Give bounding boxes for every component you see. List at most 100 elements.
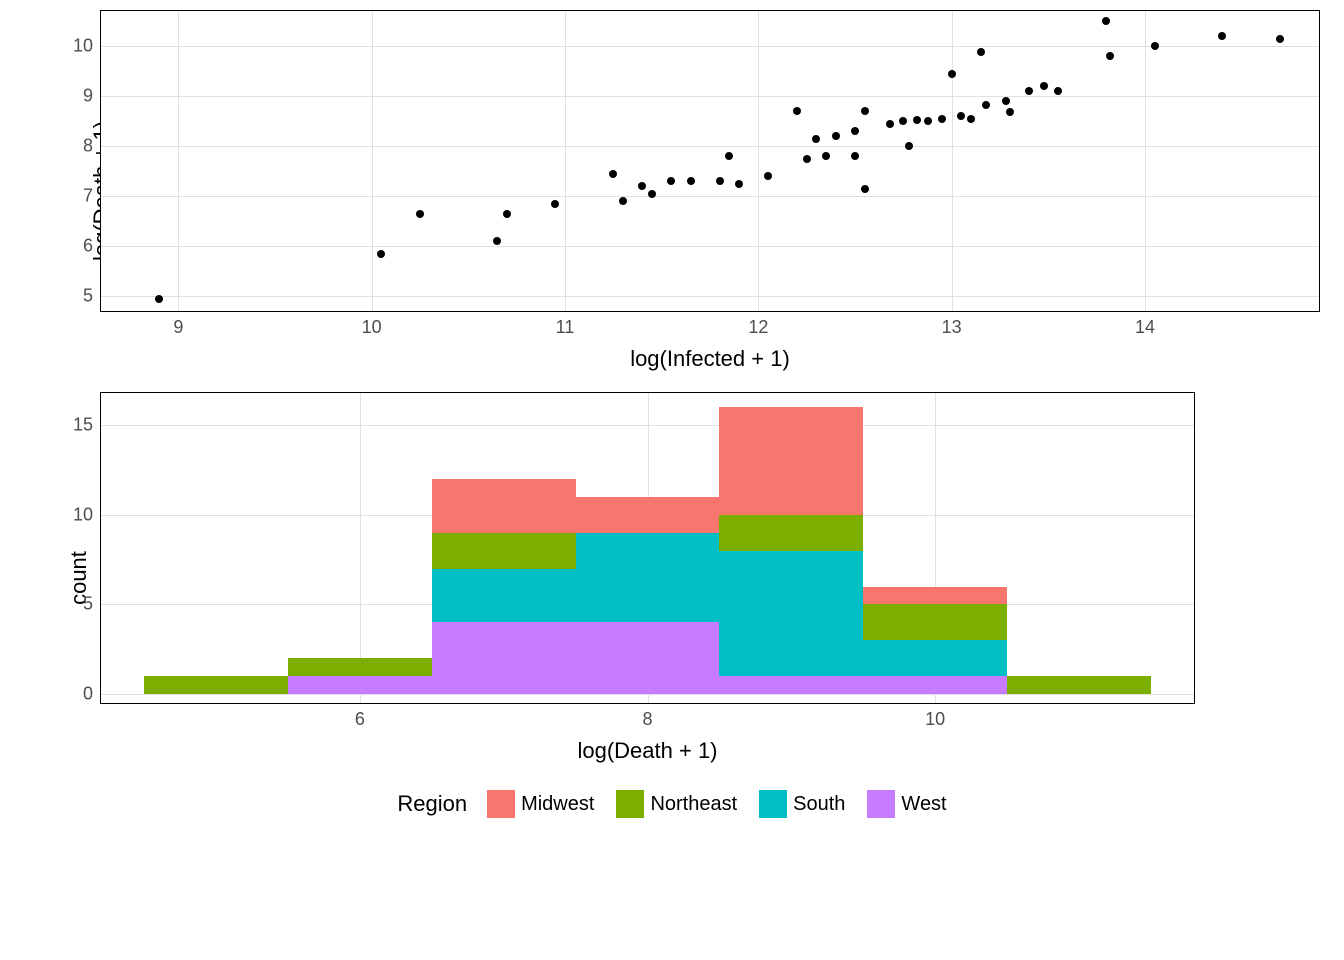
- hist-bar-northeast: [144, 676, 288, 694]
- scatter-point: [551, 200, 559, 208]
- hist-bar-west: [576, 622, 720, 694]
- hist-bar-northeast: [432, 533, 576, 569]
- scatter-point: [716, 177, 724, 185]
- legend-label: Northeast: [650, 793, 737, 816]
- scatter-ytick: 8: [83, 136, 93, 157]
- scatter-xlabel: log(Infected + 1): [100, 346, 1320, 372]
- scatter-point: [735, 180, 743, 188]
- scatter-point: [938, 115, 946, 123]
- scatter-point: [822, 152, 830, 160]
- legend-item-west: West: [867, 790, 946, 818]
- scatter-point: [493, 237, 501, 245]
- scatter-point: [905, 142, 913, 150]
- scatter-point: [982, 101, 990, 109]
- hist-bar-northeast: [863, 604, 1007, 640]
- scatter-point: [377, 250, 385, 258]
- hist-bar-midwest: [576, 497, 720, 533]
- scatter-point: [851, 127, 859, 135]
- scatter-point: [1151, 42, 1159, 50]
- legend-swatch: [487, 790, 515, 818]
- hist-bar-south: [576, 533, 720, 623]
- scatter-point: [416, 210, 424, 218]
- scatter-point: [957, 112, 965, 120]
- hist-xtick: 6: [355, 709, 365, 730]
- hist-bar-midwest: [719, 407, 863, 515]
- hist-bar-midwest: [863, 587, 1007, 605]
- scatter-point: [924, 117, 932, 125]
- legend-item-south: South: [759, 790, 845, 818]
- scatter-point: [764, 172, 772, 180]
- scatter-point: [1002, 97, 1010, 105]
- scatter-point: [1106, 52, 1114, 60]
- scatter-point: [886, 120, 894, 128]
- scatter-xtick: 13: [942, 317, 962, 338]
- scatter-xtick: 11: [556, 317, 575, 338]
- scatter-point: [812, 135, 820, 143]
- legend-swatch: [867, 790, 895, 818]
- scatter-point: [687, 177, 695, 185]
- scatter-point: [648, 190, 656, 198]
- hist-bar-west: [432, 622, 576, 694]
- legend-swatch: [759, 790, 787, 818]
- hist-bar-south: [863, 640, 1007, 676]
- scatter-point: [609, 170, 617, 178]
- hist-bar-west: [719, 676, 863, 694]
- hist-bar-midwest: [432, 479, 576, 533]
- scatter-point: [832, 132, 840, 140]
- histogram-plot-area: 6810051015: [100, 392, 1195, 704]
- scatter-point: [913, 116, 921, 124]
- histogram-panel: count 6810051015 log(Death + 1): [100, 392, 1195, 764]
- hist-bar-south: [432, 569, 576, 623]
- legend-title: Region: [397, 791, 467, 817]
- hist-bar-west: [288, 676, 432, 694]
- scatter-xtick: 14: [1135, 317, 1155, 338]
- scatter-point: [725, 152, 733, 160]
- hist-ytick: 10: [73, 504, 93, 525]
- hist-bar-south: [719, 551, 863, 676]
- hist-xlabel: log(Death + 1): [100, 738, 1195, 764]
- legend-item-northeast: Northeast: [616, 790, 737, 818]
- scatter-point: [977, 48, 985, 56]
- scatter-point: [1102, 17, 1110, 25]
- legend-label: West: [901, 793, 946, 816]
- scatter-point: [793, 107, 801, 115]
- scatter-point: [967, 115, 975, 123]
- scatter-point: [899, 117, 907, 125]
- legend-label: South: [793, 793, 845, 816]
- scatter-ytick: 5: [83, 286, 93, 307]
- legend-label: Midwest: [521, 793, 594, 816]
- hist-ytick: 0: [83, 684, 93, 705]
- scatter-point: [1006, 108, 1014, 116]
- legend-swatch: [616, 790, 644, 818]
- scatter-xtick: 10: [362, 317, 382, 338]
- legend: Region Midwest Northeast South West: [10, 790, 1334, 818]
- scatter-xtick: 9: [173, 317, 183, 338]
- scatter-point: [1218, 32, 1226, 40]
- legend-item-midwest: Midwest: [487, 790, 594, 818]
- hist-ytick: 15: [73, 415, 93, 436]
- scatter-point: [861, 185, 869, 193]
- scatter-ytick: 7: [83, 186, 93, 207]
- hist-bar-northeast: [719, 515, 863, 551]
- hist-ytick: 5: [83, 594, 93, 615]
- hist-bar-northeast: [288, 658, 432, 676]
- scatter-point: [155, 295, 163, 303]
- scatter-point: [861, 107, 869, 115]
- scatter-point: [667, 177, 675, 185]
- scatter-panel: log(Death + 1) 910111213145678910 log(In…: [100, 10, 1320, 372]
- hist-xtick: 10: [925, 709, 945, 730]
- scatter-point: [948, 70, 956, 78]
- scatter-ytick: 6: [83, 236, 93, 257]
- hist-xtick: 8: [642, 709, 652, 730]
- chart-container: log(Death + 1) 9 10 11 12 13 14 5 6 7 8 9 10 log(In…: [10, 10, 1334, 818]
- scatter-point: [638, 182, 646, 190]
- scatter-ytick: 9: [83, 86, 93, 107]
- hist-bar-northeast: [1007, 676, 1151, 694]
- scatter-point: [1040, 82, 1048, 90]
- scatter-point: [1276, 35, 1284, 43]
- scatter-point: [851, 152, 859, 160]
- scatter-ytick: 10: [73, 36, 93, 57]
- scatter-point: [803, 155, 811, 163]
- scatter-xtick: 12: [748, 317, 768, 338]
- scatter-point: [503, 210, 511, 218]
